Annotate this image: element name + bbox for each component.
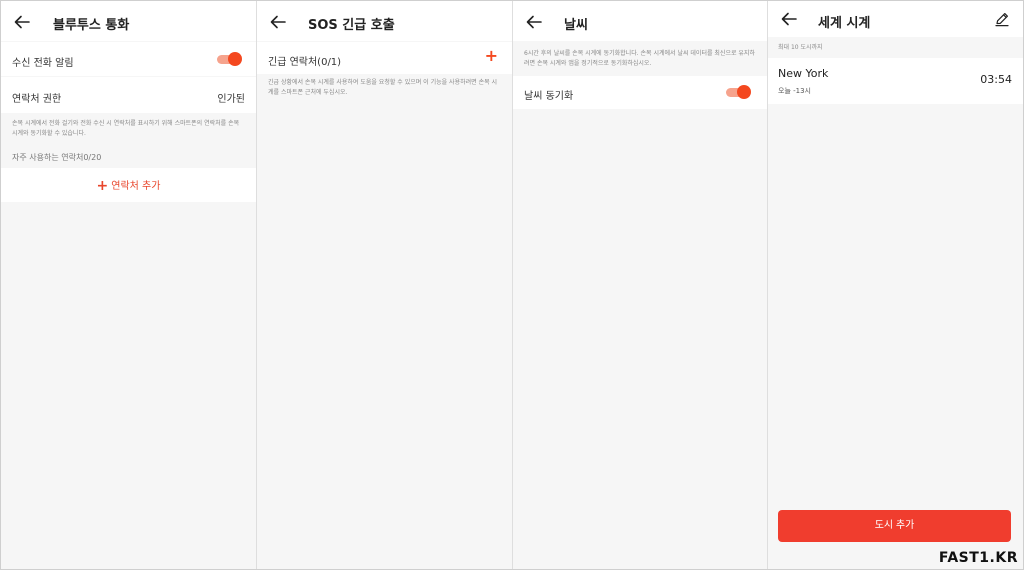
add-emergency-contact-plus-icon[interactable]: + <box>485 46 498 65</box>
emergency-contact-label: 긴급 연락처(0/1) <box>268 57 342 68</box>
max-cities-note: 최대 10 도시까지 <box>778 44 823 51</box>
contacts-sync-note: 손목 시계에서 전화 걸기와 전화 수신 시 연락처를 표시하기 위해 스마트폰… <box>12 120 240 137</box>
city-offset: 오늘 -13시 <box>778 87 811 95</box>
emergency-contact-row: 긴급 연락처(0/1) + <box>257 42 512 74</box>
incoming-alert-row: 수신 전화 알림 <box>1 42 256 76</box>
city-name: New York <box>778 67 829 80</box>
add-contact-button[interactable]: + 연락처 추가 <box>1 177 256 194</box>
city-row[interactable]: New York 오늘 -13시 03:54 <box>768 58 1023 104</box>
weather-note: 6시간 후의 날씨를 손목 시계에 동기화합니다. 손목 시계에서 날씨 데이터… <box>524 50 755 67</box>
add-contact-label: 연락처 추가 <box>111 181 161 192</box>
add-city-button[interactable]: 도시 추가 <box>778 510 1011 542</box>
frequent-contacts-label: 자주 사용하는 연락처0/20 <box>12 153 102 162</box>
watermark: FAST1.KR <box>938 550 1018 566</box>
page-title: 세계 시계 <box>818 16 871 31</box>
weather-sync-toggle[interactable] <box>726 85 751 99</box>
incoming-alert-toggle[interactable] <box>217 52 242 66</box>
header: 블루투스 통화 <box>1 1 256 41</box>
header: SOS 긴급 호출 <box>257 1 512 41</box>
contacts-permission-value: 인가된 <box>217 94 245 105</box>
city-time: 03:54 <box>980 73 1012 86</box>
world-clock-panel: 세계 시계 최대 10 도시까지 New York 오늘 -13시 03:54 … <box>768 1 1023 569</box>
weather-sync-label: 날씨 동기화 <box>524 91 574 102</box>
page-title: 날씨 <box>564 18 588 33</box>
contacts-permission-row[interactable]: 연락처 권한 인가된 <box>1 77 256 113</box>
back-arrow-icon[interactable] <box>11 11 33 33</box>
page-title: SOS 긴급 호출 <box>308 18 395 33</box>
sos-note: 긴급 상황에서 손목 시계를 사용하여 도움을 요청할 수 있으며 이 기능을 … <box>268 79 498 96</box>
sos-panel: SOS 긴급 호출 긴급 연락처(0/1) + 긴급 상황에서 손목 시계를 사… <box>257 1 512 569</box>
bluetooth-call-panel: 블루투스 통화 수신 전화 알림 연락처 권한 인가된 손목 시계에서 전화 걸… <box>1 1 256 569</box>
plus-icon: + <box>96 178 109 194</box>
toggle-knob <box>737 85 751 99</box>
back-arrow-icon[interactable] <box>267 11 289 33</box>
contacts-permission-label: 연락처 권한 <box>12 94 62 105</box>
weather-sync-row: 날씨 동기화 <box>513 76 767 109</box>
back-arrow-icon[interactable] <box>778 8 800 30</box>
weather-panel: 날씨 6시간 후의 날씨를 손목 시계에 동기화합니다. 손목 시계에서 날씨 … <box>513 1 767 569</box>
header: 세계 시계 <box>768 1 1023 37</box>
edit-pencil-icon[interactable] <box>994 11 1010 27</box>
add-contact-row: + 연락처 추가 <box>1 168 256 202</box>
toggle-knob <box>228 52 242 66</box>
header: 날씨 <box>513 1 767 41</box>
incoming-alert-label: 수신 전화 알림 <box>12 58 74 69</box>
back-arrow-icon[interactable] <box>523 11 545 33</box>
page-title: 블루투스 통화 <box>53 18 130 33</box>
